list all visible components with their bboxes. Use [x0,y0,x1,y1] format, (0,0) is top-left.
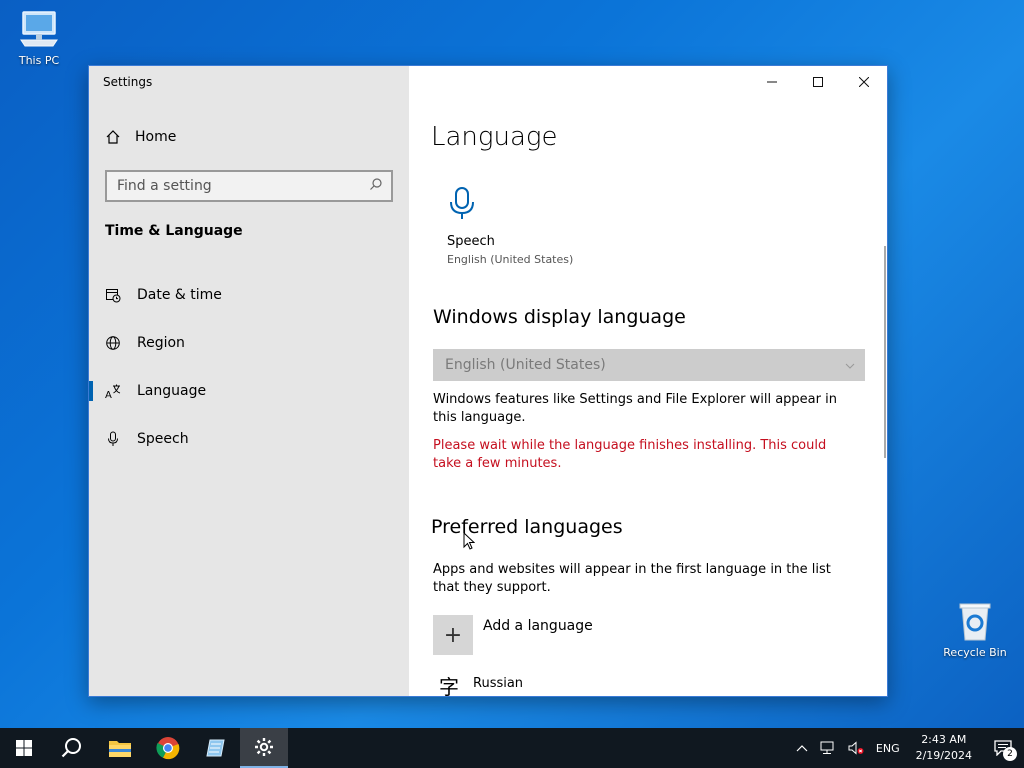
chevron-up-icon [796,745,808,752]
folder-icon [109,741,131,757]
desktop-icon-label: Recycle Bin [943,646,1007,659]
page-title: Language [431,122,558,152]
windows-logo-icon [16,740,32,756]
display-language-heading: Windows display language [433,306,686,328]
notepad-icon [206,739,225,757]
system-tray: ENG 2:43 AM 2/19/2024 2 [790,728,1024,768]
chrome-icon [156,737,180,760]
sidebar-item-language[interactable]: A Language [89,367,409,415]
home-label: Home [135,129,177,145]
display-language-value: English (United States) [445,357,606,373]
minimize-icon [767,81,777,83]
preferred-languages-description: Apps and websites will appear in the fir… [433,562,831,595]
display-language-select[interactable]: English (United States) [433,349,865,381]
home-link[interactable]: Home [105,129,176,145]
search-button[interactable] [48,728,96,768]
microphone-icon [447,186,587,224]
microphone-icon [105,431,121,447]
settings-window: Settings Home Find a setting Time & Lang… [88,65,888,697]
search-input[interactable]: Find a setting [117,178,212,194]
close-icon [859,77,869,87]
input-language-indicator[interactable]: ENG [870,742,906,755]
section-title: Time & Language [105,223,243,239]
chrome-button[interactable] [144,728,192,768]
search-icon[interactable] [369,177,383,195]
gear-icon [255,738,273,756]
content-pane: Language Speech English (United States) … [409,66,887,696]
sidebar-item-label: Language [137,383,207,399]
language-list-item[interactable]: 字 Russian [439,676,523,696]
speech-tile-title: Speech [447,234,495,249]
maximize-icon [813,77,823,87]
language-name: Russian [473,676,524,691]
sidebar-item-label: Speech [137,431,189,447]
desktop-icon-this-pc[interactable]: This PC [4,8,74,67]
sidebar-item-label: Date & time [137,287,222,303]
recycle-bin-icon [953,600,997,644]
calendar-clock-icon [105,287,121,303]
display-language-description: Windows features like Settings and File … [433,392,837,425]
taskbar: ENG 2:43 AM 2/19/2024 2 [0,728,1024,768]
network-icon [820,741,834,754]
speech-tile-subtitle: English (United States) [447,253,574,266]
add-language-label: Add a language [483,618,593,634]
home-icon [105,129,121,145]
globe-icon [105,335,121,351]
window-controls [749,66,887,98]
mouse-cursor-icon [463,531,476,554]
window-title: Settings [103,75,153,89]
clock-date: 2/19/2024 [915,749,972,762]
network-button[interactable] [814,741,842,755]
search-icon [61,738,81,758]
svg-text:A: A [105,390,112,399]
sidebar-item-region[interactable]: Region [89,319,409,367]
maximize-button[interactable] [795,66,841,98]
sidebar: Settings Home Find a setting Time & Lang… [89,66,409,696]
close-button[interactable] [841,66,887,98]
notification-count-badge: 2 [1003,747,1017,761]
scrollbar[interactable] [884,246,886,458]
volume-button[interactable] [842,741,870,755]
clock-time: 2:43 AM [921,733,967,746]
show-hidden-icons-button[interactable] [790,744,814,752]
install-warning: Please wait while the language finishes … [433,438,827,471]
language-glyph-icon: 字 [439,675,459,696]
sidebar-nav: Date & time Region A Language Speech [89,271,409,463]
desktop-icon-label: This PC [18,54,60,67]
language-icon: A [105,383,121,399]
settings-taskbar-button[interactable] [240,728,288,768]
sidebar-item-date-time[interactable]: Date & time [89,271,409,319]
sidebar-item-speech[interactable]: Speech [89,415,409,463]
plus-icon: + [433,615,473,655]
app-button[interactable] [192,728,240,768]
file-explorer-button[interactable] [96,728,144,768]
computer-icon [17,8,61,52]
start-button[interactable] [0,728,48,768]
speech-tile[interactable]: Speech English (United States) [447,186,587,266]
sidebar-item-label: Region [137,335,185,351]
add-language-button[interactable]: + Add a language [433,615,593,655]
clock[interactable]: 2:43 AM 2/19/2024 [906,732,982,764]
action-center-button[interactable]: 2 [982,728,1024,768]
search-field[interactable]: Find a setting [105,170,393,202]
minimize-button[interactable] [749,66,795,98]
desktop-icon-recycle-bin[interactable]: Recycle Bin [940,600,1010,659]
preferred-languages-heading: Preferred languages [431,516,623,538]
chevron-down-icon [845,357,855,373]
volume-muted-icon [848,741,864,755]
